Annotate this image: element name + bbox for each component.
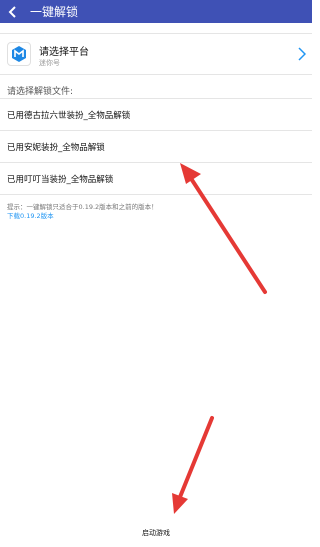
app-bar: 一键解锁 xyxy=(0,0,312,23)
annotation-arrows xyxy=(172,163,267,514)
download-link[interactable]: 下载0.19.2版本 xyxy=(7,210,54,220)
mini-world-logo-icon xyxy=(7,42,31,66)
annotation-arrow-icon xyxy=(172,416,214,514)
chevron-right-icon xyxy=(298,46,307,65)
file-item[interactable]: 已用叮叮当装扮_全物品解锁 xyxy=(0,163,312,195)
files-section-label: 请选择解锁文件: xyxy=(7,87,74,97)
platform-selector[interactable]: 请选择平台 迷你号 xyxy=(0,33,312,75)
file-item[interactable]: 已用德古拉六世装扮_全物品解锁 xyxy=(0,99,312,131)
start-game-button[interactable]: 启动游戏 xyxy=(0,528,312,538)
page-title: 一键解锁 xyxy=(30,5,79,19)
back-arrow-icon[interactable] xyxy=(6,5,20,19)
file-item[interactable]: 已用安妮装扮_全物品解锁 xyxy=(0,131,312,163)
file-list: 已用德古拉六世装扮_全物品解锁 已用安妮装扮_全物品解锁 已用叮叮当装扮_全物品… xyxy=(0,98,312,195)
platform-subtitle: 迷你号 xyxy=(39,59,60,67)
platform-title: 请选择平台 xyxy=(39,47,89,58)
